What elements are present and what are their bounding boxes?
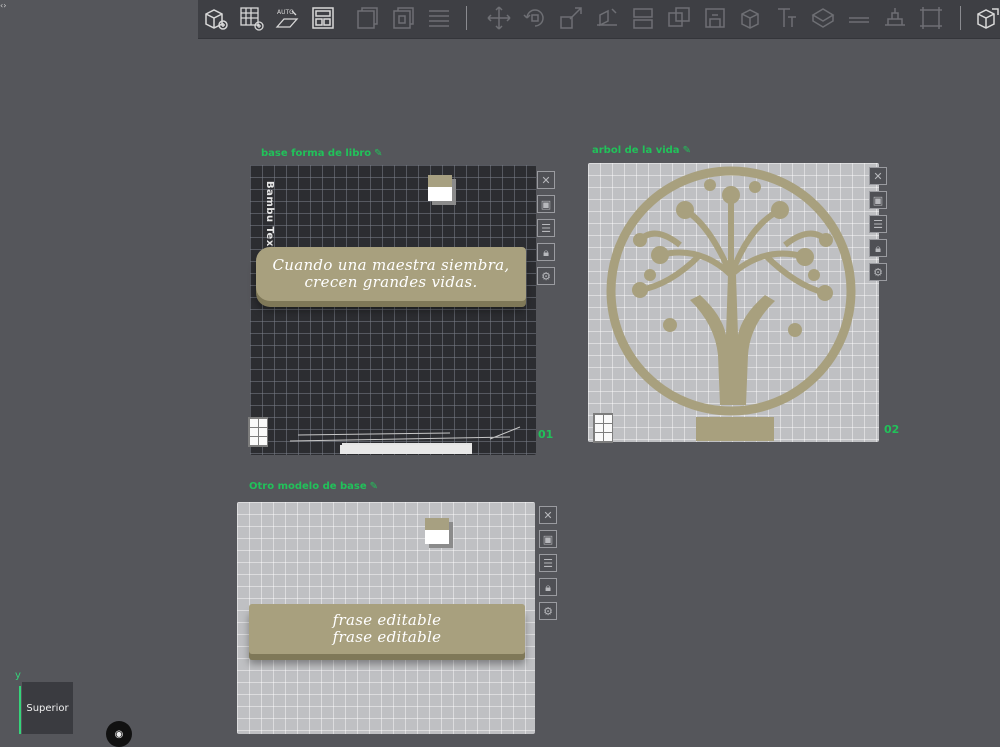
support-paint-icon[interactable] <box>702 5 728 31</box>
close-icon[interactable]: ✕ <box>537 171 555 189</box>
measure-icon[interactable] <box>810 5 836 31</box>
top-toolbar: AUTO <box>198 0 1000 39</box>
plate-settings-icon[interactable]: ☰ <box>537 219 555 237</box>
brim-ears-icon[interactable] <box>882 5 908 31</box>
cut-icon[interactable] <box>630 5 656 31</box>
build-plate-2[interactable] <box>588 163 879 443</box>
build-plate-3[interactable]: frase editable frase editable <box>237 502 535 734</box>
auto-orient-icon[interactable]: AUTO <box>274 5 300 31</box>
wipe-tower[interactable] <box>425 518 449 544</box>
svg-text:AUTO: AUTO <box>277 9 294 16</box>
add-plate-icon[interactable] <box>238 5 264 31</box>
base-text-line-2: frase editable <box>332 628 442 646</box>
move-icon[interactable] <box>486 5 512 31</box>
seam-paint-icon[interactable] <box>738 5 764 31</box>
camera-icon[interactable]: ◉ <box>106 721 132 747</box>
gear-icon[interactable]: ⚙ <box>537 267 555 285</box>
image-icon[interactable]: ▣ <box>537 195 555 213</box>
tree-of-life-model[interactable] <box>600 165 862 441</box>
variable-layer-icon[interactable] <box>918 5 944 31</box>
plate-label-strip <box>340 445 472 454</box>
base-text-line-1: frase editable <box>332 611 442 629</box>
split-parts-icon[interactable] <box>390 5 416 31</box>
image-icon[interactable]: ▣ <box>869 191 887 209</box>
view-orientation-label[interactable]: Superior <box>22 682 73 734</box>
rotate-icon[interactable] <box>522 5 548 31</box>
scale-icon[interactable] <box>558 5 584 31</box>
close-icon[interactable]: ✕ <box>869 167 887 185</box>
mesh-boolean-icon[interactable] <box>666 5 692 31</box>
y-axis-line <box>19 686 21 734</box>
layers-icon[interactable] <box>426 5 452 31</box>
gear-icon[interactable]: ⚙ <box>539 602 557 620</box>
toolbar-divider <box>960 6 961 30</box>
lock-icon[interactable]: 🔒︎ <box>537 243 555 261</box>
add-cube-icon[interactable] <box>202 5 228 31</box>
plate-title-1[interactable]: base forma de libro ✎ <box>261 148 383 159</box>
assembly-icon[interactable] <box>846 5 872 31</box>
edit-icon[interactable]: ✎ <box>374 148 382 159</box>
book-text-line-2: crecen grandes vidas. <box>304 273 478 291</box>
arrange-icon[interactable] <box>310 5 336 31</box>
view-settings-icon[interactable] <box>974 5 1000 31</box>
plate-title-3[interactable]: Otro modelo de base ✎ <box>249 481 378 492</box>
toolbar-divider <box>466 6 467 30</box>
lock-icon[interactable]: 🔒︎ <box>869 239 887 257</box>
edit-icon[interactable]: ✎ <box>370 481 378 492</box>
plate-settings-icon[interactable]: ☰ <box>539 554 557 572</box>
book-model[interactable]: Cuando una maestra siembra, crecen grand… <box>256 247 526 301</box>
gear-icon[interactable]: ⚙ <box>869 263 887 281</box>
book-text-line-1: Cuando una maestra siembra, <box>272 256 510 274</box>
plate-3-controls: ✕ ▣ ☰ 🔒︎ ⚙ <box>539 506 557 626</box>
text-shape-icon[interactable] <box>774 5 800 31</box>
split-objects-icon[interactable] <box>354 5 380 31</box>
plate-title-2[interactable]: arbol de la vida ✎ <box>592 145 691 156</box>
plate-2-controls: ✕ ▣ ☰ 🔒︎ ⚙ <box>869 167 887 287</box>
edit-icon[interactable]: ✎ <box>683 145 691 156</box>
plate-1-controls: ✕ ▣ ☰ 🔒︎ ⚙ <box>537 171 555 291</box>
lay-on-face-icon[interactable] <box>594 5 620 31</box>
plate-origin-marker <box>593 413 613 443</box>
lock-icon[interactable]: 🔒︎ <box>539 578 557 596</box>
build-plate-1[interactable]: Bambu Textur Cuando una maestra siembra,… <box>248 165 536 455</box>
plate-edge-models <box>290 426 521 445</box>
close-icon[interactable]: ✕ <box>539 506 557 524</box>
y-axis-label: y <box>15 670 21 681</box>
plate-number-1: 01 <box>538 428 554 441</box>
base-model[interactable]: frase editable frase editable <box>249 604 525 654</box>
image-icon[interactable]: ▣ <box>539 530 557 548</box>
wipe-tower[interactable] <box>428 175 452 201</box>
plate-settings-icon[interactable]: ☰ <box>869 215 887 233</box>
plate-origin-marker <box>248 417 268 447</box>
plate-number-2: 02 <box>884 423 900 436</box>
collapse-toggle[interactable]: ‹› <box>0 0 12 12</box>
